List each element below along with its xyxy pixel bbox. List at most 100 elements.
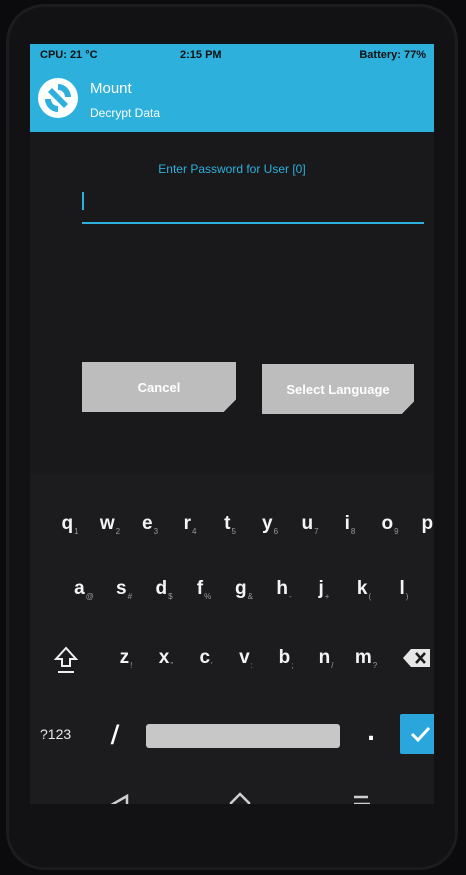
navigation-bar <box>30 784 434 804</box>
key-h[interactable]: h- <box>266 569 302 609</box>
key-hint: ) <box>405 591 409 601</box>
key-hint: : <box>250 660 253 670</box>
key-u[interactable]: u7 <box>292 504 328 544</box>
key-label: x <box>158 647 170 668</box>
key-label: r <box>183 513 191 534</box>
key-hint: 2 <box>115 526 121 536</box>
key-y[interactable]: y6 <box>252 504 288 544</box>
password-input[interactable] <box>82 190 424 224</box>
key-a[interactable]: a@ <box>66 569 102 609</box>
symbols-key[interactable]: ?123 <box>40 714 84 754</box>
cpu-temperature: CPU: 21 °C <box>40 49 98 61</box>
key-t[interactable]: t5 <box>212 504 248 544</box>
select-language-button[interactable]: Select Language <box>262 364 414 414</box>
key-hint: @ <box>85 591 94 601</box>
clock: 2:15 PM <box>180 49 222 61</box>
key-hint: / <box>331 660 334 670</box>
key-w[interactable]: w2 <box>92 504 128 544</box>
key-label: y <box>261 513 273 534</box>
key-l[interactable]: l) <box>386 569 422 609</box>
header-bar: Mount Decrypt Data <box>30 66 434 132</box>
key-label: s <box>115 578 127 599</box>
backspace-key-icon[interactable] <box>402 638 432 678</box>
key-label: z <box>119 647 130 668</box>
cancel-button[interactable]: Cancel <box>82 362 236 412</box>
key-label: d <box>155 578 168 599</box>
key-label: t <box>224 513 231 534</box>
key-i[interactable]: i8 <box>332 504 368 544</box>
keyboard-row-3: z! x" c' v: b; n/m? <box>30 638 434 678</box>
twrp-logo-icon <box>38 78 78 118</box>
key-p[interactable]: p0 <box>412 504 434 544</box>
enter-check-icon[interactable] <box>400 714 434 754</box>
key-r[interactable]: r4 <box>172 504 208 544</box>
key-hint: ( <box>368 591 372 601</box>
key-hint: ; <box>291 660 294 670</box>
key-hint: " <box>170 660 174 670</box>
key-g[interactable]: g& <box>226 569 262 609</box>
key-hint: ! <box>130 660 133 670</box>
key-z[interactable]: z! <box>108 638 144 678</box>
key-label: n <box>318 647 331 668</box>
key-hint: $ <box>168 591 173 601</box>
key-hint: & <box>247 591 253 601</box>
home-icon[interactable] <box>220 784 260 804</box>
phone-frame: CPU: 21 °C 2:15 PM Battery: 77% Mount De… <box>6 4 458 870</box>
menu-icon[interactable] <box>342 784 382 804</box>
key-label: a <box>74 578 85 599</box>
battery-level: Battery: 77% <box>359 49 426 61</box>
key-label: e <box>141 513 153 534</box>
key-label: p <box>421 513 434 534</box>
key-label: l <box>399 578 405 599</box>
key-c[interactable]: c' <box>188 638 224 678</box>
key-d[interactable]: d$ <box>146 569 182 609</box>
screen: CPU: 21 °C 2:15 PM Battery: 77% Mount De… <box>30 44 434 804</box>
key-j[interactable]: j+ <box>306 569 342 609</box>
key-label: i <box>344 513 350 534</box>
key-label: b <box>278 647 291 668</box>
keyboard-row-1: q1w2e3r4t5y6u7i8o9p0 <box>30 504 434 544</box>
password-prompt-label: Enter Password for User [0] <box>158 162 306 176</box>
key-hint: 1 <box>74 526 79 536</box>
key-label: g <box>235 578 247 599</box>
key-f[interactable]: f% <box>186 569 222 609</box>
key-b[interactable]: b; <box>268 638 304 678</box>
key-label: u <box>301 513 314 534</box>
key-label: m <box>354 647 372 668</box>
key-hint: % <box>204 591 212 601</box>
key-hint: ? <box>372 660 378 670</box>
key-hint: 9 <box>394 526 399 536</box>
back-triangle-icon[interactable] <box>100 784 140 804</box>
key-hint: 5 <box>231 526 236 536</box>
key-label: v <box>239 647 250 668</box>
page-title: Mount <box>90 80 132 97</box>
slash-key[interactable]: / <box>104 714 126 754</box>
space-bar[interactable] <box>146 724 340 748</box>
key-label: j <box>318 578 324 599</box>
status-bar: CPU: 21 °C 2:15 PM Battery: 77% <box>30 44 434 66</box>
key-label: f <box>196 578 204 599</box>
key-label: c <box>199 647 211 668</box>
key-hint: 8 <box>350 526 356 536</box>
key-label: w <box>99 513 115 534</box>
key-k[interactable]: k( <box>346 569 382 609</box>
key-hint: 6 <box>273 526 279 536</box>
key-v[interactable]: v: <box>228 638 264 678</box>
key-q[interactable]: q1 <box>52 504 88 544</box>
key-e[interactable]: e3 <box>132 504 168 544</box>
key-label: h <box>276 578 288 599</box>
key-o[interactable]: o9 <box>372 504 408 544</box>
key-hint: # <box>127 591 133 601</box>
key-s[interactable]: s# <box>106 569 142 609</box>
shift-key-icon[interactable] <box>48 638 84 678</box>
key-label: k <box>356 578 368 599</box>
key-hint: 7 <box>314 526 319 536</box>
key-label: o <box>381 513 394 534</box>
key-x[interactable]: x" <box>148 638 184 678</box>
key-label: q <box>61 513 74 534</box>
key-n[interactable]: n/ <box>308 638 344 678</box>
on-screen-keyboard: q1w2e3r4t5y6u7i8o9p0 a@s#d$f%g&h-j+k(l) … <box>30 474 434 804</box>
key-m[interactable]: m? <box>348 638 384 678</box>
period-key[interactable]: . <box>362 714 380 754</box>
keyboard-row-2: a@ s# d$ f% g& h-j+ k(l) <box>30 569 434 609</box>
